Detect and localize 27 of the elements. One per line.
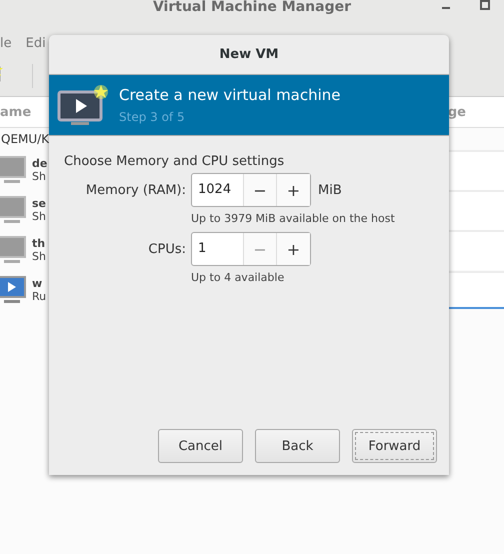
- vm-name: se: [32, 197, 48, 210]
- vm-status: Sh: [32, 170, 47, 183]
- connection-label: QEMU/K: [0, 131, 50, 148]
- increment-button[interactable]: +: [277, 174, 310, 206]
- hint-text: Up to 3979 MiB available on the host: [191, 212, 396, 225]
- menu-item[interactable]: Edi: [26, 36, 46, 50]
- step-label: Step 3 of 5: [119, 110, 186, 124]
- menu-item[interactable]: le: [0, 36, 12, 50]
- vm-status: Ru: [32, 290, 48, 303]
- vm-name: w: [32, 277, 44, 290]
- window-title: Virtual Machine Manager: [152, 0, 352, 15]
- field-label: CPUs:: [148, 242, 186, 256]
- banner-heading: Create a new virtual machine: [119, 86, 341, 104]
- vm-status: Sh: [32, 250, 47, 263]
- vm-status: Sh: [32, 210, 47, 223]
- hint-text: Up to 4 available: [191, 271, 286, 284]
- maximize-icon[interactable]: [480, 0, 490, 10]
- section-heading: Choose Memory and CPU settings: [64, 154, 286, 169]
- field-label: Memory (RAM):: [86, 182, 186, 198]
- dialog-button[interactable]: Forward: [352, 429, 437, 463]
- increment-button[interactable]: +: [277, 233, 310, 265]
- vm-name: th: [32, 237, 46, 250]
- unit-label: MiB: [318, 182, 342, 198]
- decrement-button[interactable]: −: [244, 174, 277, 206]
- dialog-button[interactable]: Back: [255, 429, 340, 463]
- vm-name: de: [32, 157, 48, 170]
- dialog-button[interactable]: Cancel: [158, 429, 243, 463]
